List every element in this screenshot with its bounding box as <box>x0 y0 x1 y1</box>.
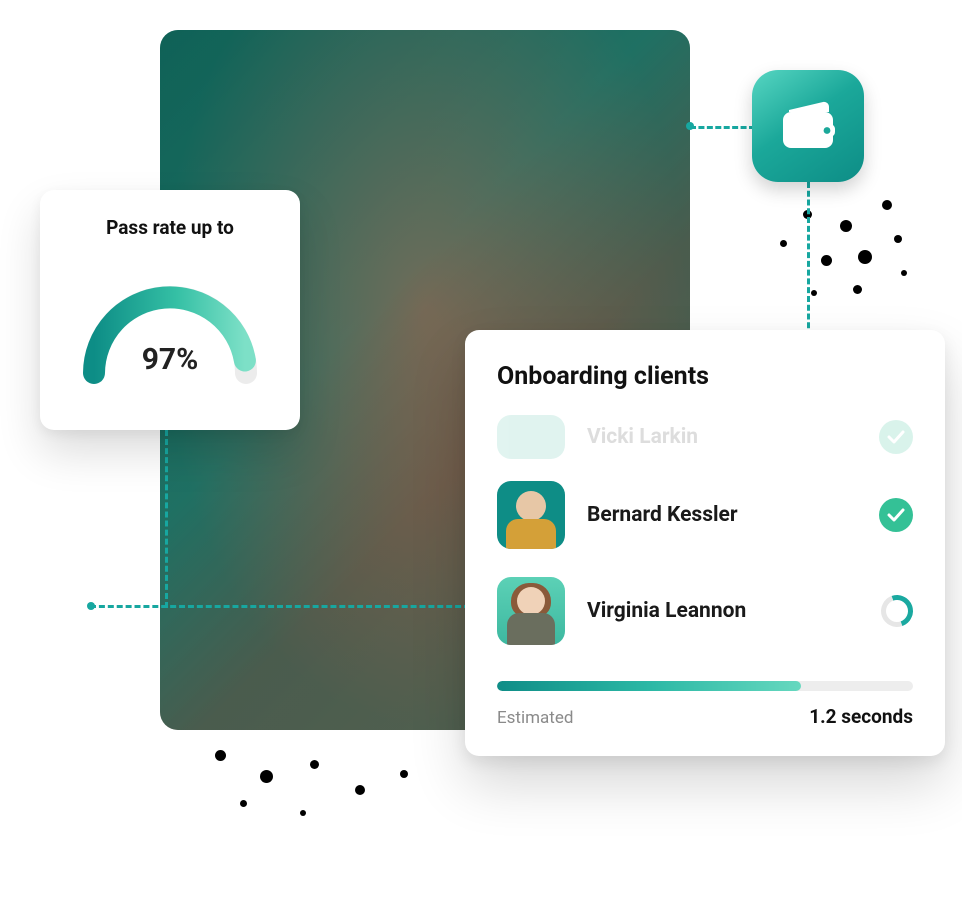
client-row[interactable]: Virginia Leannon <box>497 563 913 659</box>
decorative-dot <box>215 750 226 761</box>
client-row[interactable]: Vicki Larkin <box>497 411 913 467</box>
connector-line <box>807 182 810 337</box>
decorative-dot <box>400 770 408 778</box>
pass-rate-value: 97% <box>72 342 268 377</box>
onboarding-title: Onboarding clients <box>497 362 913 391</box>
decorative-dot <box>240 800 247 807</box>
spinner-icon <box>876 590 919 633</box>
decorative-dot <box>894 235 902 243</box>
decorative-dot <box>780 240 787 247</box>
decorative-dot <box>882 200 892 210</box>
decorative-dot <box>821 255 832 266</box>
connector-line <box>90 605 470 608</box>
decorative-dot <box>858 250 872 264</box>
decorative-dot <box>840 220 852 232</box>
decorative-dot <box>260 770 273 783</box>
decorative-dot <box>300 810 306 816</box>
avatar <box>497 415 565 459</box>
avatar <box>497 481 565 549</box>
wallet-icon <box>779 100 837 152</box>
check-icon <box>879 498 913 532</box>
pass-rate-title: Pass rate up to <box>106 216 234 239</box>
pass-rate-card: Pass rate up to 97% <box>40 190 300 430</box>
decorative-dot <box>901 270 907 276</box>
avatar <box>497 577 565 645</box>
client-name: Vicki Larkin <box>587 425 857 449</box>
client-row[interactable]: Bernard Kessler <box>497 467 913 563</box>
progress-fill <box>497 681 801 691</box>
pass-rate-gauge: 97% <box>72 265 268 385</box>
decorative-dot <box>811 290 817 296</box>
check-icon <box>879 420 913 454</box>
client-name: Virginia Leannon <box>587 599 859 623</box>
progress-bar <box>497 681 913 691</box>
connector-endpoint <box>87 602 95 610</box>
connector-endpoint <box>686 122 694 130</box>
connector-line <box>690 126 755 129</box>
connector-line <box>165 430 168 608</box>
wallet-tile[interactable] <box>752 70 864 182</box>
onboarding-card: Onboarding clients Vicki Larkin Bernard … <box>465 330 945 756</box>
estimate-label: Estimated <box>497 708 573 728</box>
decorative-dot <box>355 785 365 795</box>
decorative-dot <box>853 285 862 294</box>
client-name: Bernard Kessler <box>587 503 857 527</box>
decorative-dot <box>310 760 319 769</box>
estimate-value: 1.2 seconds <box>809 705 913 728</box>
